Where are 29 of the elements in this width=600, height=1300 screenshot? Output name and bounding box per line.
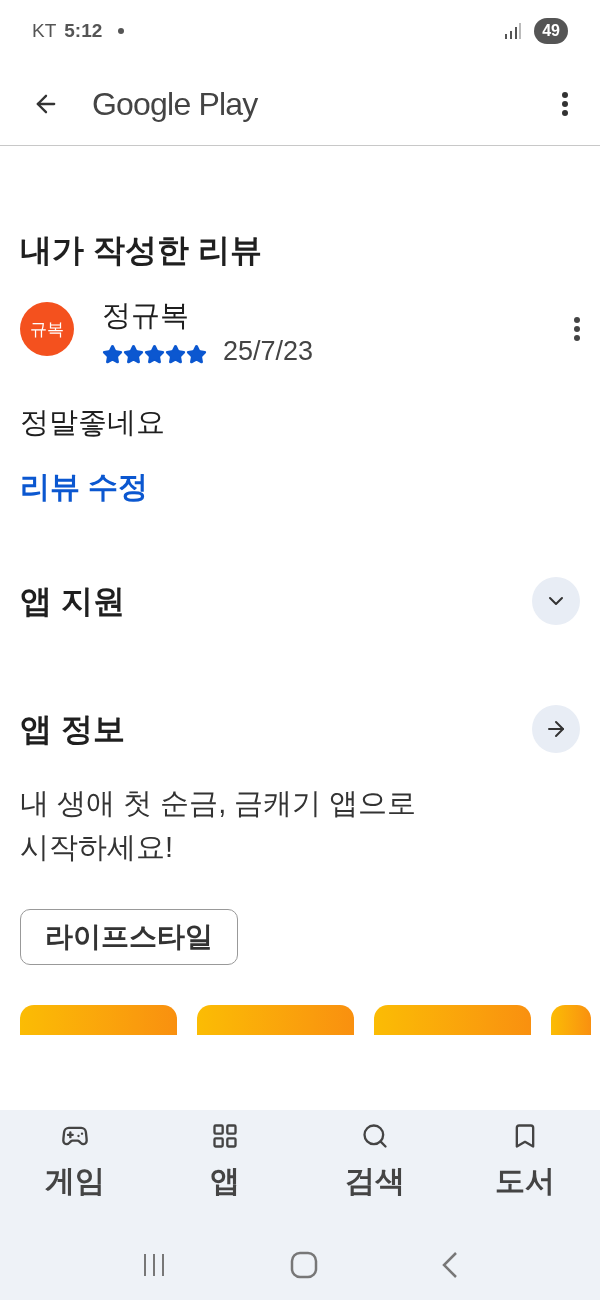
- review-date: 25/7/23: [223, 337, 314, 365]
- category-chip[interactable]: 라이프스타일: [20, 909, 238, 965]
- edit-review-link[interactable]: 리뷰 수정: [20, 464, 580, 509]
- carrier-text: KT: [32, 18, 57, 43]
- clock-text: 5:12: [64, 18, 103, 43]
- more-options-icon: [574, 317, 580, 342]
- review-text: 정말좋네요: [20, 404, 166, 440]
- section-heading: 내가 작성한 리뷰: [20, 231, 263, 270]
- app-bar-title: Google Play: [92, 84, 258, 124]
- home-icon[interactable]: [290, 1251, 318, 1279]
- back-icon[interactable]: [440, 1251, 459, 1279]
- section-heading: 앱 정보: [20, 710, 125, 749]
- nav-tab[interactable]: 도서: [470, 1122, 580, 1230]
- reviewer-name: 정규복: [102, 298, 190, 333]
- avatar: 규복: [20, 302, 74, 357]
- section-heading: 앱 지원: [20, 582, 125, 621]
- search-icon: [361, 1122, 389, 1150]
- nav-tab[interactable]: 앱: [170, 1122, 280, 1230]
- signal-icon: [504, 22, 523, 40]
- app-card[interactable]: [551, 1005, 591, 1035]
- grid-icon: [211, 1122, 239, 1150]
- nav-tab[interactable]: 검색: [320, 1122, 430, 1230]
- app-description: 내 생애 첫 순금, 금캐기 앱으로 시작하세요!: [20, 786, 418, 865]
- nav-tab[interactable]: 게임: [20, 1122, 130, 1230]
- battery-indicator: 49: [534, 18, 568, 44]
- more-options-button[interactable]: [562, 91, 568, 116]
- more-options-icon: [562, 91, 568, 116]
- open-button[interactable]: [532, 705, 580, 753]
- review-options-button[interactable]: [574, 317, 580, 342]
